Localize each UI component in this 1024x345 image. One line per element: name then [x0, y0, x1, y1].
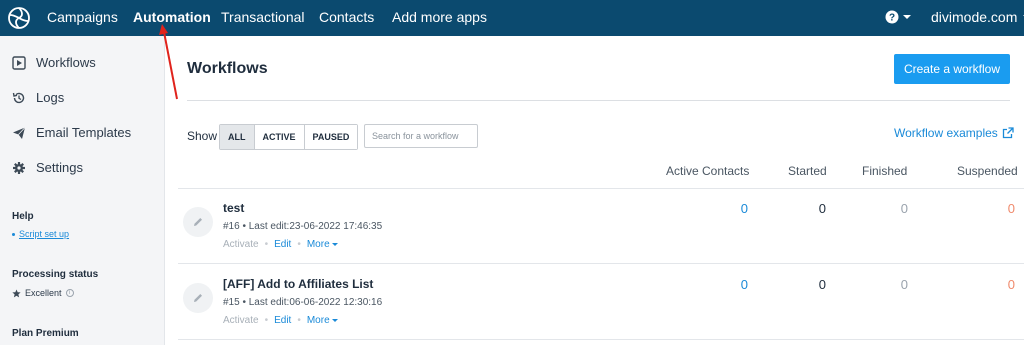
sendinblue-logo-icon[interactable]	[7, 6, 31, 30]
started-value: 0	[818, 201, 826, 216]
nav-campaigns[interactable]: Campaigns	[47, 9, 118, 25]
create-workflow-button[interactable]: Create a workflow	[894, 54, 1010, 84]
history-icon	[12, 92, 25, 103]
separator: •	[264, 239, 269, 250]
pencil-icon	[194, 294, 202, 302]
workflow-meta: #16 • Last edit:23-06-2022 17:46:35	[223, 221, 383, 232]
workflow-actions: Activate • Edit • More	[223, 315, 338, 326]
search-workflow-input[interactable]	[364, 124, 478, 148]
processing-status: Excellent i	[12, 288, 74, 298]
separator: •	[264, 315, 269, 326]
filter-all-button[interactable]: ALL	[220, 125, 255, 149]
edit-workflow-icon-button[interactable]	[183, 283, 213, 313]
active-contacts-value[interactable]: 0	[708, 277, 748, 292]
external-link-icon	[1002, 127, 1014, 139]
more-label: More	[306, 239, 330, 250]
show-label: Show	[187, 129, 218, 143]
chevron-down-icon	[331, 242, 338, 246]
processing-status-value: Excellent	[25, 288, 62, 298]
processing-status-heading: Processing status	[12, 269, 99, 280]
divider	[178, 339, 1024, 340]
filter-active-button[interactable]: ACTIVE	[254, 125, 305, 149]
column-header-started[interactable]: Started	[788, 164, 827, 178]
help-heading: Help	[12, 211, 34, 222]
more-dropdown[interactable]: More	[307, 315, 338, 326]
table-row[interactable]: test #16 • Last edit:23-06-2022 17:46:35…	[178, 188, 1024, 263]
gear-icon	[13, 161, 25, 174]
sidebar: Workflows Logs Email Templates Settings …	[0, 36, 165, 345]
sidebar-item-workflows[interactable]: Workflows	[12, 55, 96, 70]
separator: •	[297, 239, 301, 250]
divider	[187, 100, 1010, 101]
edit-link[interactable]: Edit	[274, 239, 291, 250]
sidebar-item-settings[interactable]: Settings	[12, 160, 83, 175]
column-header-finished[interactable]: Finished	[862, 164, 907, 178]
script-setup-link[interactable]: Script set up	[12, 229, 69, 239]
filter-paused-button[interactable]: PAUSED	[304, 125, 358, 149]
activate-button[interactable]: Activate	[223, 239, 259, 250]
star-icon	[12, 288, 21, 297]
sidebar-item-label: Email Templates	[36, 125, 132, 140]
more-dropdown[interactable]: More	[307, 239, 338, 250]
column-header-active-contacts[interactable]: Active Contacts	[666, 164, 749, 178]
column-header-suspended[interactable]: Suspended	[957, 164, 1018, 178]
finished-value: 0	[900, 277, 908, 292]
nav-transactional[interactable]: Transactional	[221, 9, 305, 25]
chevron-down-icon	[331, 318, 338, 322]
plan-heading: Plan Premium	[12, 328, 79, 339]
more-label: More	[306, 315, 330, 326]
sidebar-item-email-templates[interactable]: Email Templates	[12, 125, 131, 140]
info-icon[interactable]: i	[65, 289, 74, 297]
separator: •	[297, 315, 301, 326]
sidebar-item-label: Settings	[36, 160, 83, 175]
status-filter-group: ALL ACTIVE PAUSED	[219, 124, 359, 150]
table-row[interactable]: [AFF] Add to Affiliates List #15 • Last …	[178, 264, 1024, 339]
suspended-value: 0	[1007, 201, 1015, 216]
sidebar-item-logs[interactable]: Logs	[12, 90, 64, 105]
page-title: Workflows	[187, 60, 268, 77]
account-name: divimode.com	[931, 9, 1018, 25]
activate-button[interactable]: Activate	[223, 315, 259, 326]
workflow-examples-label: Workflow examples	[894, 126, 998, 140]
workflow-meta: #15 • Last edit:06-06-2022 12:30:16	[223, 297, 383, 308]
finished-value: 0	[900, 201, 908, 216]
active-contacts-value[interactable]: 0	[708, 201, 748, 216]
chevron-down-icon	[903, 15, 911, 19]
account-menu[interactable]: divimode.com	[931, 9, 1024, 25]
nav-contacts[interactable]: Contacts	[319, 9, 374, 25]
workflow-actions: Activate • Edit • More	[223, 239, 338, 250]
edit-link[interactable]: Edit	[274, 315, 291, 326]
workflow-examples-link[interactable]: Workflow examples	[894, 126, 1014, 140]
workflow-name[interactable]: test	[223, 201, 244, 215]
started-value: 0	[818, 277, 826, 292]
nav-automation[interactable]: Automation	[133, 9, 211, 25]
nav-add-more-apps[interactable]: Add more apps	[392, 9, 487, 25]
workflow-name[interactable]: [AFF] Add to Affiliates List	[223, 277, 373, 291]
question-circle-icon: ?	[885, 10, 899, 24]
sidebar-item-label: Workflows	[36, 55, 96, 70]
suspended-value: 0	[1007, 277, 1015, 292]
bullet-icon	[12, 232, 15, 236]
play-square-icon	[12, 55, 26, 70]
pencil-icon	[194, 218, 202, 226]
svg-text:?: ?	[889, 13, 895, 24]
edit-workflow-icon-button[interactable]	[183, 207, 213, 237]
sidebar-item-label: Logs	[36, 90, 65, 105]
paper-plane-icon	[13, 126, 26, 139]
help-menu[interactable]: ?	[885, 10, 911, 24]
script-setup-link-label: Script set up	[19, 229, 70, 239]
top-navigation-bar: Campaigns Automation Transactional Conta…	[0, 0, 1024, 36]
